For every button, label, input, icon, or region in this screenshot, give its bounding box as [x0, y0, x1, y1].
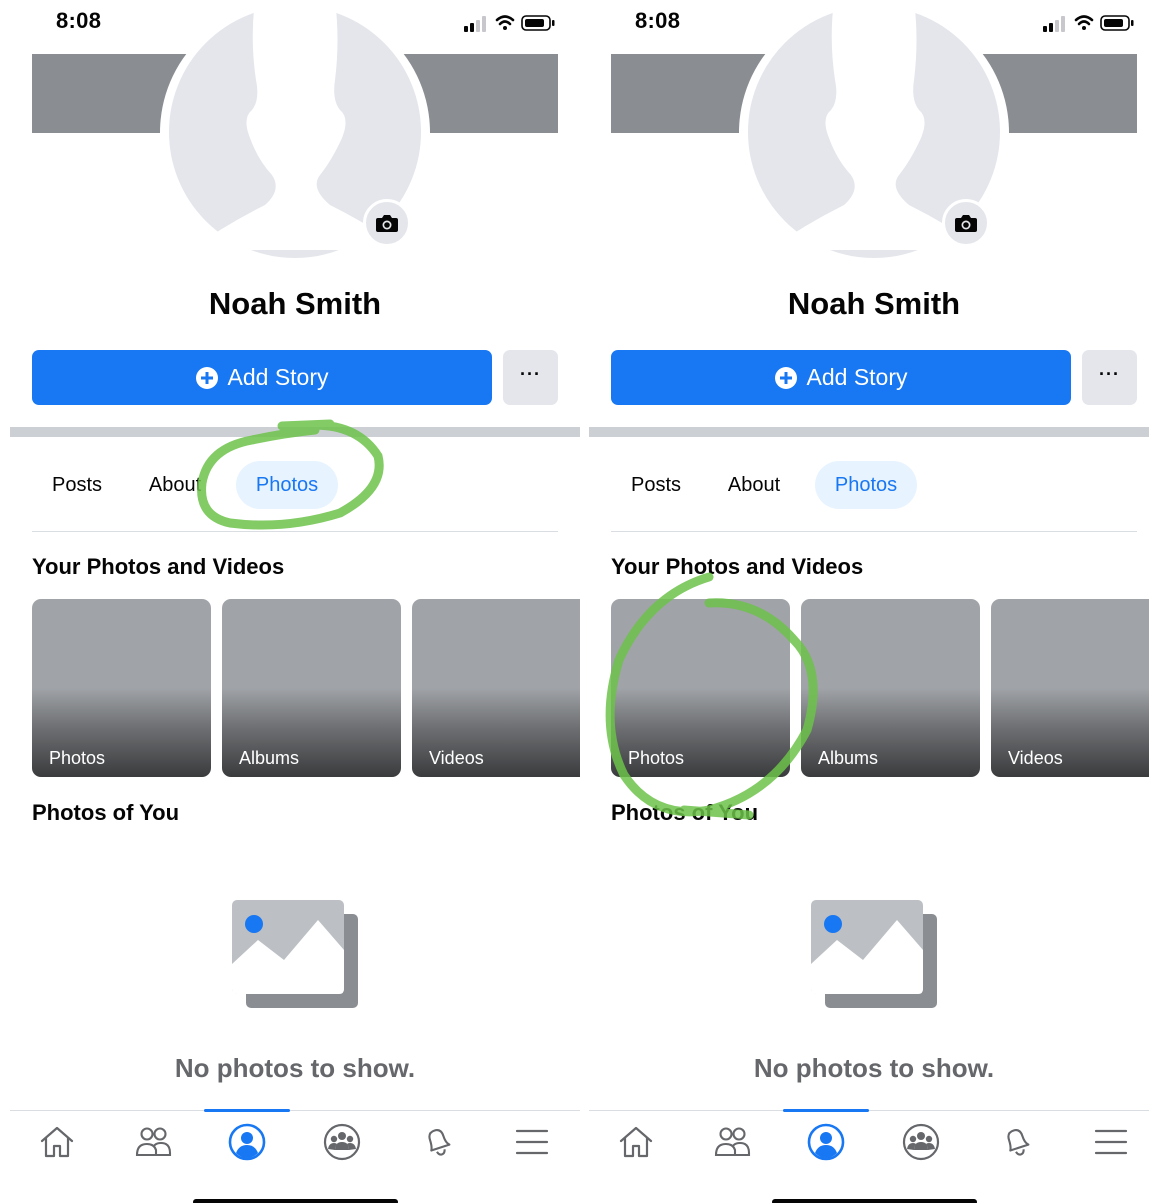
nav-notifications[interactable] — [408, 1118, 468, 1166]
battery-icon — [1100, 15, 1134, 31]
tab-photos[interactable]: Photos — [236, 461, 338, 509]
nav-active-indicator — [783, 1109, 869, 1112]
profile-name: Noah Smith — [787, 286, 961, 321]
add-story-button[interactable]: Add Story — [611, 350, 1071, 405]
more-options-button[interactable]: ··· — [1082, 350, 1137, 405]
add-story-label: Add Story — [806, 364, 908, 390]
tab-posts[interactable]: Posts — [32, 461, 122, 509]
nav-groups[interactable] — [312, 1118, 372, 1166]
profile-screen-left: 8:08 Noah Smith Add Story ··· Posts Abou… — [10, 0, 580, 1203]
albums-tile[interactable]: Albums — [222, 599, 401, 777]
friends-icon — [135, 1127, 172, 1157]
more-options-button[interactable]: ··· — [503, 350, 558, 405]
home-icon — [40, 1126, 74, 1158]
tab-about[interactable]: About — [130, 461, 220, 509]
profile-icon — [228, 1123, 266, 1161]
section-divider — [10, 427, 580, 437]
bell-icon — [428, 1129, 451, 1156]
status-icons — [1043, 15, 1134, 32]
nav-menu[interactable] — [502, 1118, 562, 1166]
tab-posts[interactable]: Posts — [611, 461, 701, 509]
cellular-signal-icon — [464, 16, 486, 32]
bottom-nav-divider — [10, 1110, 580, 1111]
nav-profile[interactable] — [796, 1118, 856, 1166]
tile-label: Videos — [1008, 748, 1063, 768]
tile-label: Albums — [818, 748, 879, 768]
wifi-icon — [495, 15, 515, 30]
camera-icon — [955, 215, 977, 232]
tile-label: Albums — [239, 748, 300, 768]
nav-notifications[interactable] — [987, 1118, 1047, 1166]
tab-about[interactable]: About — [709, 461, 799, 509]
change-avatar-button[interactable] — [942, 199, 990, 247]
groups-icon — [323, 1123, 361, 1161]
tile-label: Photos — [49, 748, 106, 768]
home-icon — [619, 1126, 653, 1158]
friends-icon — [714, 1127, 751, 1157]
status-time: 8:08 — [56, 8, 102, 33]
section-title-photos-of-you: Photos of You — [611, 800, 759, 825]
tile-label: Photos — [628, 748, 685, 768]
nav-menu[interactable] — [1081, 1118, 1141, 1166]
battery-icon — [521, 15, 555, 31]
nav-friends[interactable] — [123, 1118, 183, 1166]
cellular-signal-icon — [1043, 16, 1065, 32]
empty-state-text: No photos to show. — [174, 1053, 416, 1083]
status-icons — [464, 15, 555, 32]
photos-tile[interactable]: Photos — [611, 599, 790, 777]
menu-icon — [1094, 1129, 1128, 1155]
nav-home[interactable] — [606, 1118, 666, 1166]
home-indicator — [772, 1199, 977, 1203]
profile-screen-right: 8:08 Noah Smith Add Story ··· Posts Abou… — [589, 0, 1149, 1203]
photos-tile[interactable]: Photos — [32, 599, 211, 777]
add-story-label: Add Story — [227, 364, 329, 390]
profile-icon — [807, 1123, 845, 1161]
tabs-divider — [611, 531, 1137, 532]
bell-icon — [1007, 1129, 1030, 1156]
nav-groups[interactable] — [891, 1118, 951, 1166]
add-story-button[interactable]: Add Story — [32, 350, 492, 405]
status-time: 8:08 — [635, 8, 681, 33]
wifi-icon — [1074, 15, 1094, 30]
tab-photos[interactable]: Photos — [815, 461, 917, 509]
tile-label: Videos — [429, 748, 484, 768]
plus-circle-icon — [774, 366, 797, 389]
nav-friends[interactable] — [702, 1118, 762, 1166]
nav-home[interactable] — [27, 1118, 87, 1166]
empty-state-text: No photos to show. — [753, 1053, 995, 1083]
bottom-nav-divider — [589, 1110, 1149, 1111]
videos-tile[interactable]: Videos — [412, 599, 580, 777]
tabs-divider — [32, 531, 558, 532]
groups-icon — [902, 1123, 940, 1161]
menu-icon — [515, 1129, 549, 1155]
videos-tile[interactable]: Videos — [991, 599, 1149, 777]
camera-icon — [376, 215, 398, 232]
section-divider — [589, 427, 1149, 437]
nav-active-indicator — [204, 1109, 290, 1112]
home-indicator — [193, 1199, 398, 1203]
empty-photos-icon — [811, 900, 937, 1008]
plus-circle-icon — [195, 366, 218, 389]
empty-photos-icon — [232, 900, 358, 1008]
section-title-your-photos: Your Photos and Videos — [32, 554, 285, 579]
section-title-photos-of-you: Photos of You — [32, 800, 180, 825]
change-avatar-button[interactable] — [363, 199, 411, 247]
albums-tile[interactable]: Albums — [801, 599, 980, 777]
profile-name: Noah Smith — [208, 286, 382, 321]
section-title-your-photos: Your Photos and Videos — [611, 554, 864, 579]
nav-profile[interactable] — [217, 1118, 277, 1166]
